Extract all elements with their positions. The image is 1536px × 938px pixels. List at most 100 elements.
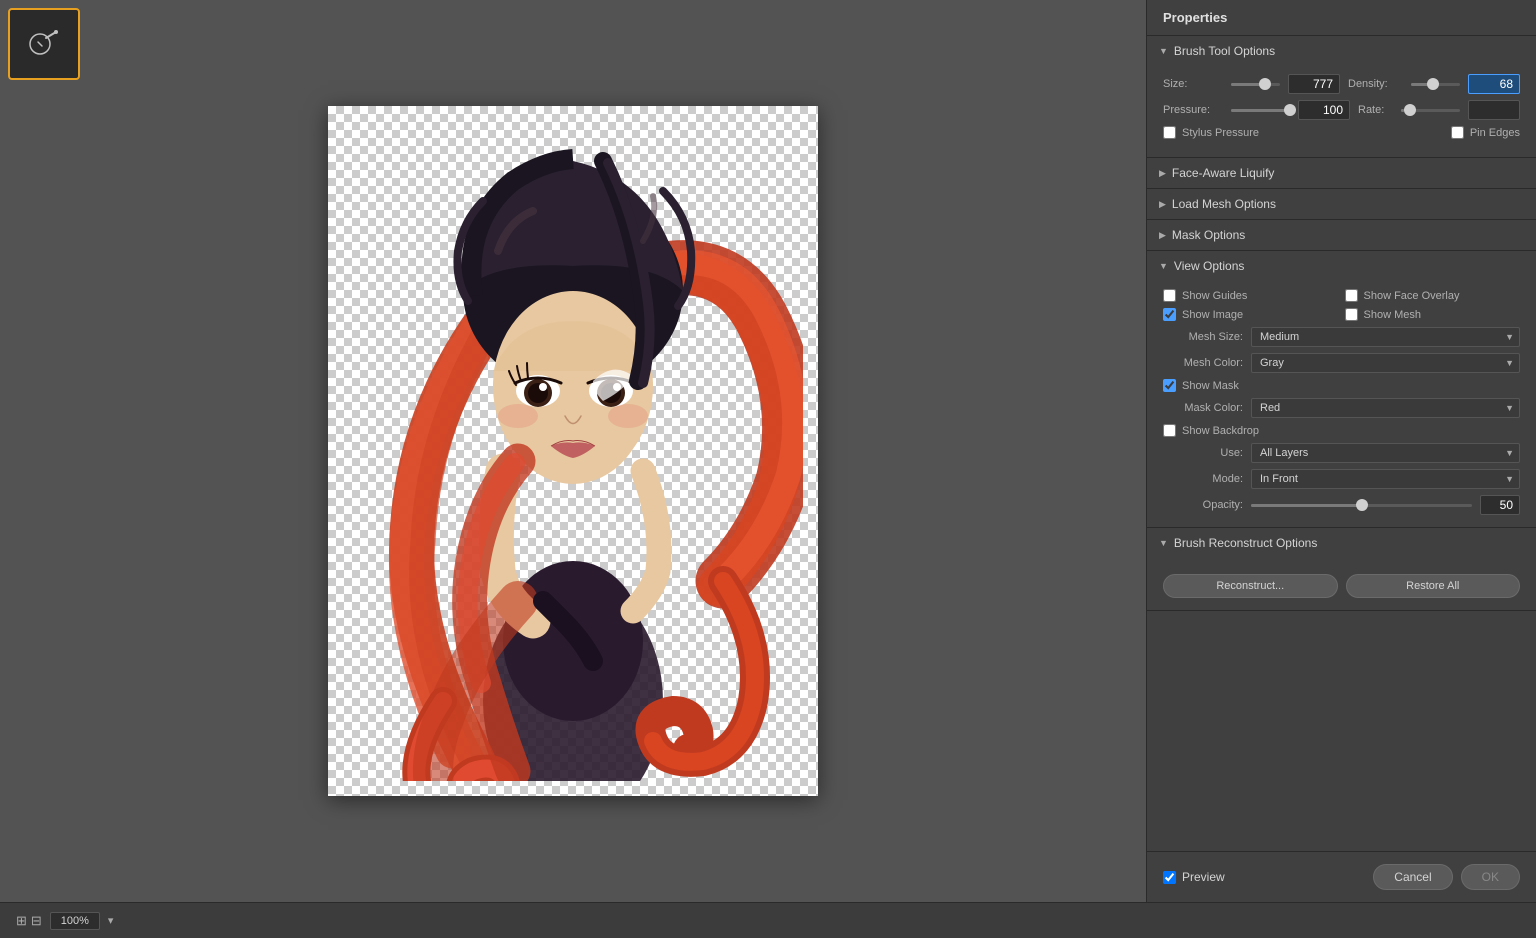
rate-slider-container[interactable] (1401, 109, 1460, 112)
show-backdrop-label[interactable]: Show Backdrop (1163, 424, 1520, 437)
show-guides-checkbox[interactable] (1163, 289, 1176, 302)
backdrop-mode-label: Mode: (1163, 473, 1243, 485)
properties-panel: Properties ▼ Brush Tool Options Size: (1146, 0, 1536, 902)
show-mask-label[interactable]: Show Mask (1163, 379, 1520, 392)
density-slider-container[interactable] (1411, 83, 1460, 86)
show-mask-checkbox[interactable] (1163, 379, 1176, 392)
pressure-input[interactable] (1298, 100, 1350, 120)
show-image-label[interactable]: Show Image (1163, 308, 1339, 321)
mask-color-dropdown-wrapper[interactable]: None Red Green Blue ▼ (1251, 398, 1520, 418)
panel-scroll-area: ▼ Brush Tool Options Size: (1147, 36, 1536, 851)
load-mesh-title: Load Mesh Options (1172, 197, 1276, 211)
density-label: Density: (1348, 78, 1403, 90)
brush-tool-options-header[interactable]: ▼ Brush Tool Options (1147, 36, 1536, 66)
brush-reconstruct-content: Reconstruct... Restore All (1147, 558, 1536, 610)
reconstruct-buttons-row: Reconstruct... Restore All (1163, 574, 1520, 598)
backdrop-use-dropdown-wrapper[interactable]: All Layers Background Current Layer ▼ (1251, 443, 1520, 463)
show-guides-label[interactable]: Show Guides (1163, 289, 1339, 302)
show-image-text: Show Image (1182, 309, 1243, 321)
rate-input[interactable] (1468, 100, 1520, 120)
brush-tool-options-section: ▼ Brush Tool Options Size: (1147, 36, 1536, 158)
show-mask-row: Show Mask (1163, 379, 1520, 392)
zoom-dropdown-arrow[interactable]: ▾ (108, 914, 114, 927)
show-mesh-checkbox[interactable] (1345, 308, 1358, 321)
preview-checkbox[interactable] (1163, 871, 1176, 884)
show-backdrop-text: Show Backdrop (1182, 425, 1259, 437)
status-bar-left: ⊞ ⊟ 100% ▾ (16, 912, 113, 930)
mesh-color-label: Mesh Color: (1163, 357, 1243, 369)
mask-options-section: ▶ Mask Options (1147, 220, 1536, 251)
mesh-size-dropdown-wrapper[interactable]: Small Medium Large ▼ (1251, 327, 1520, 347)
load-mesh-section: ▶ Load Mesh Options (1147, 189, 1536, 220)
ok-button[interactable]: OK (1461, 864, 1520, 890)
preview-label[interactable]: Preview (1163, 870, 1225, 884)
load-mesh-triangle: ▶ (1159, 199, 1166, 210)
show-face-overlay-text: Show Face Overlay (1364, 290, 1460, 302)
brush-reconstruct-triangle: ▼ (1159, 538, 1168, 548)
view-row-1: Show Guides Show Face Overlay (1163, 289, 1520, 302)
pressure-slider-container[interactable] (1231, 109, 1290, 112)
mesh-size-select[interactable]: Small Medium Large (1251, 327, 1520, 347)
preview-text: Preview (1182, 870, 1225, 884)
stylus-pressure-checkbox[interactable] (1163, 126, 1176, 139)
backdrop-opacity-row: Opacity: (1163, 495, 1520, 515)
liquify-tool-icon[interactable] (8, 8, 80, 80)
status-bar: ⊞ ⊟ 100% ▾ (0, 902, 1536, 938)
brush-reconstruct-title: Brush Reconstruct Options (1174, 536, 1317, 550)
show-mesh-label[interactable]: Show Mesh (1345, 308, 1521, 321)
brush-tool-options-content: Size: Density: (1147, 66, 1536, 157)
artwork-canvas[interactable] (328, 106, 818, 796)
mesh-size-row: Mesh Size: Small Medium Large ▼ (1163, 327, 1520, 347)
view-options-header[interactable]: ▼ View Options (1147, 251, 1536, 281)
tool-icon-container (8, 8, 80, 80)
show-face-overlay-checkbox[interactable] (1345, 289, 1358, 302)
action-buttons: Cancel OK (1373, 864, 1520, 890)
restore-all-button[interactable]: Restore All (1346, 574, 1521, 598)
backdrop-mode-dropdown-wrapper[interactable]: Behind In Front Blend ▼ (1251, 469, 1520, 489)
view-row-2: Show Image Show Mesh (1163, 308, 1520, 321)
panel-title: Properties (1147, 0, 1536, 36)
opacity-input[interactable] (1480, 495, 1520, 515)
pin-edges-checkbox-label[interactable]: Pin Edges (1345, 126, 1521, 139)
mask-options-triangle: ▶ (1159, 230, 1166, 241)
face-aware-section: ▶ Face-Aware Liquify (1147, 158, 1536, 189)
page-icon-2[interactable]: ⊟ (31, 913, 42, 929)
stylus-pressure-checkbox-label[interactable]: Stylus Pressure (1163, 126, 1339, 139)
backdrop-use-select[interactable]: All Layers Background Current Layer (1251, 443, 1520, 463)
size-input[interactable] (1288, 74, 1340, 94)
zoom-display: 100% (50, 912, 100, 930)
panel-footer: Preview Cancel OK (1147, 851, 1536, 902)
load-mesh-header[interactable]: ▶ Load Mesh Options (1147, 189, 1536, 219)
checkbox-options-row: Stylus Pressure Pin Edges (1163, 126, 1520, 139)
backdrop-use-label: Use: (1163, 447, 1243, 459)
cancel-button[interactable]: Cancel (1373, 864, 1452, 890)
brush-reconstruct-header[interactable]: ▼ Brush Reconstruct Options (1147, 528, 1536, 558)
mask-options-header[interactable]: ▶ Mask Options (1147, 220, 1536, 250)
mask-color-select[interactable]: None Red Green Blue (1251, 398, 1520, 418)
page-icon-1[interactable]: ⊞ (16, 913, 27, 929)
show-mesh-text: Show Mesh (1364, 309, 1421, 321)
backdrop-mode-select[interactable]: Behind In Front Blend (1251, 469, 1520, 489)
mesh-color-select[interactable]: Black Gray White Red (1251, 353, 1520, 373)
opacity-slider-container[interactable] (1251, 504, 1472, 507)
density-input[interactable] (1468, 74, 1520, 94)
face-aware-header[interactable]: ▶ Face-Aware Liquify (1147, 158, 1536, 188)
mask-options-title: Mask Options (1172, 228, 1245, 242)
show-face-overlay-label[interactable]: Show Face Overlay (1345, 289, 1521, 302)
size-label: Size: (1163, 78, 1223, 90)
artwork-container (328, 106, 818, 796)
view-options-content: Show Guides Show Face Overlay Show Image (1147, 281, 1536, 527)
mask-color-label: Mask Color: (1163, 402, 1243, 414)
face-aware-triangle: ▶ (1159, 168, 1166, 179)
section-collapse-triangle: ▼ (1159, 46, 1168, 56)
pin-edges-checkbox[interactable] (1451, 126, 1464, 139)
show-mask-text: Show Mask (1182, 380, 1239, 392)
mesh-color-dropdown-wrapper[interactable]: Black Gray White Red ▼ (1251, 353, 1520, 373)
show-backdrop-checkbox[interactable] (1163, 424, 1176, 437)
size-slider-container[interactable] (1231, 83, 1280, 86)
backdrop-opacity-label: Opacity: (1163, 499, 1243, 511)
show-image-checkbox[interactable] (1163, 308, 1176, 321)
reconstruct-button[interactable]: Reconstruct... (1163, 574, 1338, 598)
view-options-section: ▼ View Options Show Guides Show Face Ove… (1147, 251, 1536, 528)
show-backdrop-row: Show Backdrop (1163, 424, 1520, 437)
